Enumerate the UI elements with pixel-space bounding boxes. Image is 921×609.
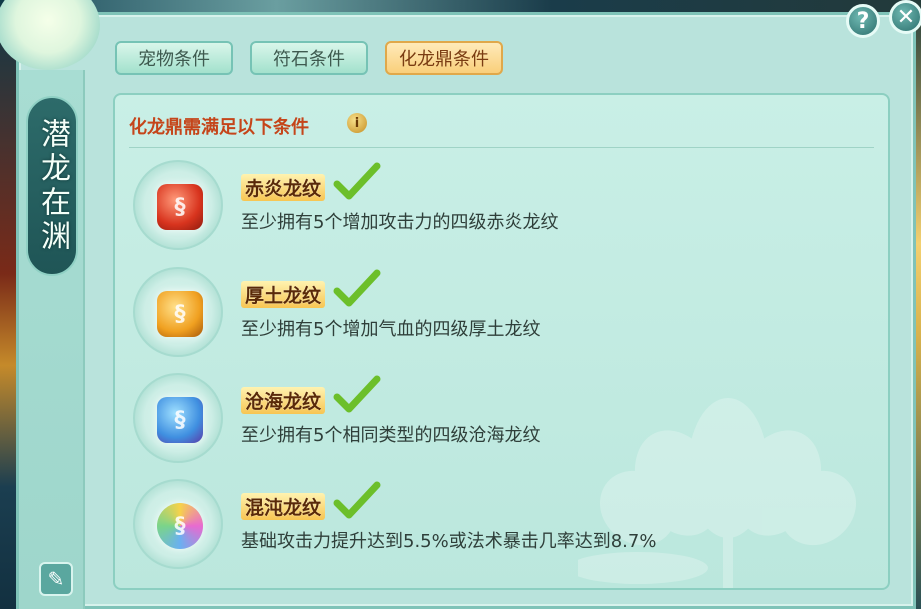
tab-label: 化龙鼎条件 — [399, 49, 489, 70]
tab-rune-conditions[interactable]: 符石条件 — [250, 41, 368, 75]
edit-icon: ✎ — [47, 567, 65, 591]
divider — [129, 147, 874, 148]
check-icon — [333, 269, 381, 307]
chaos-dragon-rune-icon[interactable]: § — [157, 503, 203, 549]
condition-item: § 混沌龙纹 基础攻击力提升达到5.5%或法术暴击几率达到8.7% — [133, 479, 833, 569]
red-dragon-rune-icon[interactable]: § — [157, 184, 203, 230]
info-icon[interactable]: i — [347, 113, 367, 133]
conditions-panel: 化龙鼎需满足以下条件 i § 赤炎龙纹 至少拥有5个增加攻击力的四级赤炎龙纹 §… — [113, 93, 890, 590]
tab-label: 宠物条件 — [138, 49, 210, 70]
sea-dragon-rune-icon[interactable]: § — [157, 397, 203, 443]
question-icon: ? — [856, 8, 870, 34]
gem-slot: § — [133, 267, 223, 357]
close-button[interactable]: ✕ — [889, 0, 921, 34]
side-title-banner: 潜龙在渊 — [26, 96, 78, 276]
gem-slot: § — [133, 479, 223, 569]
condition-description: 至少拥有5个相同类型的四级沧海龙纹 — [241, 425, 541, 446]
side-title: 潜龙在渊 — [35, 118, 70, 254]
condition-item: § 沧海龙纹 至少拥有5个相同类型的四级沧海龙纹 — [133, 373, 833, 463]
gem-slot: § — [133, 160, 223, 250]
condition-description: 至少拥有5个增加气血的四级厚土龙纹 — [241, 319, 541, 340]
condition-description: 基础攻击力提升达到5.5%或法术暴击几率达到8.7% — [241, 531, 657, 552]
panel-title: 化龙鼎需满足以下条件 — [129, 117, 309, 138]
condition-item: § 赤炎龙纹 至少拥有5个增加攻击力的四级赤炎龙纹 — [133, 160, 833, 250]
edit-button[interactable]: ✎ — [39, 562, 73, 596]
close-icon: ✕ — [896, 4, 916, 30]
condition-name: 混沌龙纹 — [241, 493, 326, 520]
tab-dragon-cauldron-conditions[interactable]: 化龙鼎条件 — [385, 41, 503, 75]
condition-item: § 厚土龙纹 至少拥有5个增加气血的四级厚土龙纹 — [133, 267, 833, 357]
tab-label: 符石条件 — [273, 49, 345, 70]
condition-name: 沧海龙纹 — [241, 387, 326, 414]
condition-name: 厚土龙纹 — [241, 281, 326, 308]
condition-description: 至少拥有5个增加攻击力的四级赤炎龙纹 — [241, 212, 559, 233]
check-icon — [333, 481, 381, 519]
condition-name: 赤炎龙纹 — [241, 174, 326, 201]
gem-slot: § — [133, 373, 223, 463]
check-icon — [333, 162, 381, 200]
earth-dragon-rune-icon[interactable]: § — [157, 291, 203, 337]
tab-pet-conditions[interactable]: 宠物条件 — [115, 41, 233, 75]
check-icon — [333, 375, 381, 413]
help-button[interactable]: ? — [846, 4, 880, 38]
